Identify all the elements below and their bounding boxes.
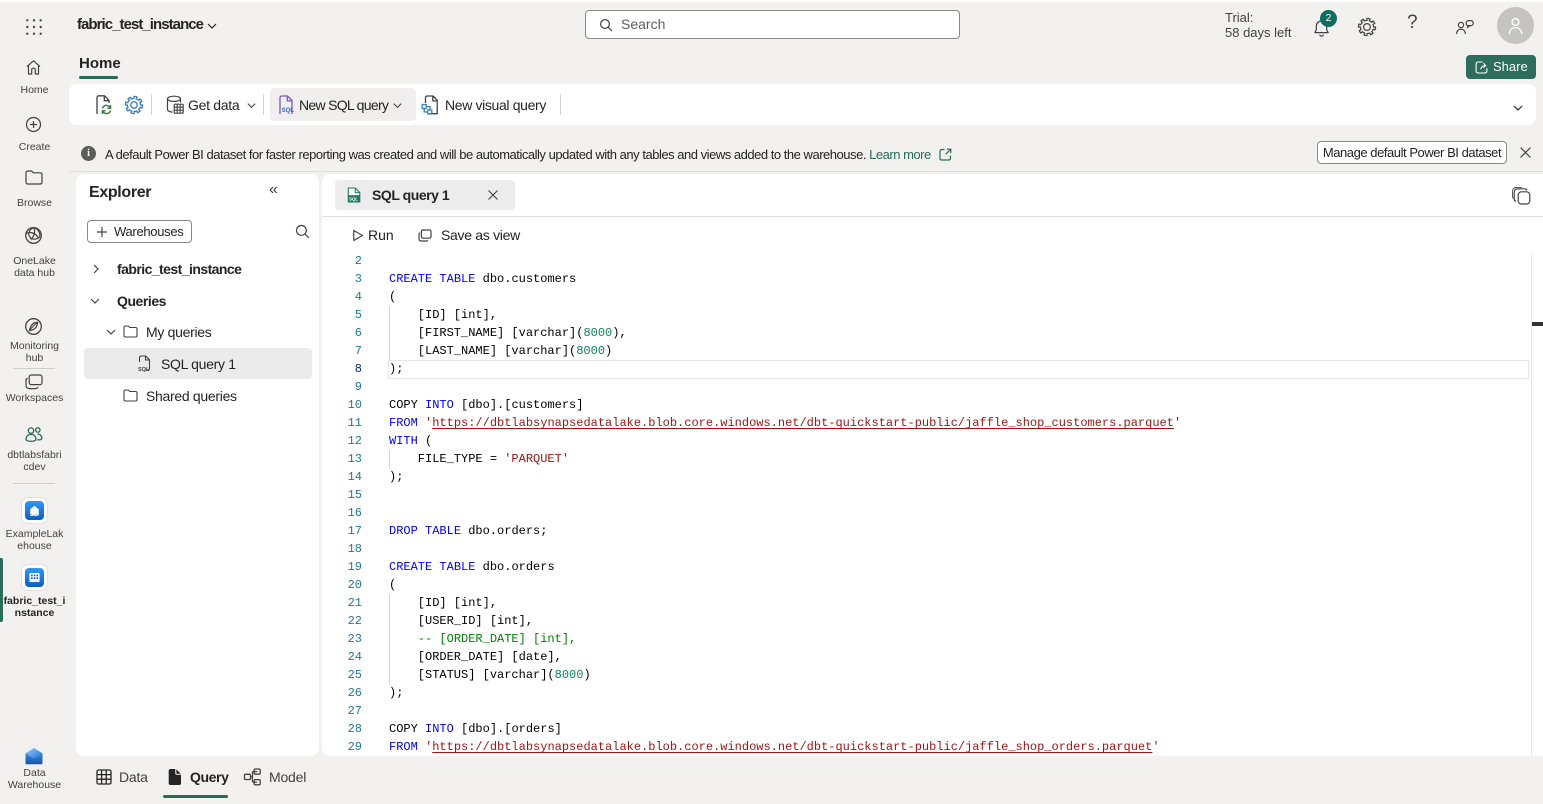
svg-text:SQL: SQL [138,367,150,372]
svg-text:SQL: SQL [282,108,295,114]
svg-text:SQL: SQL [349,197,358,202]
